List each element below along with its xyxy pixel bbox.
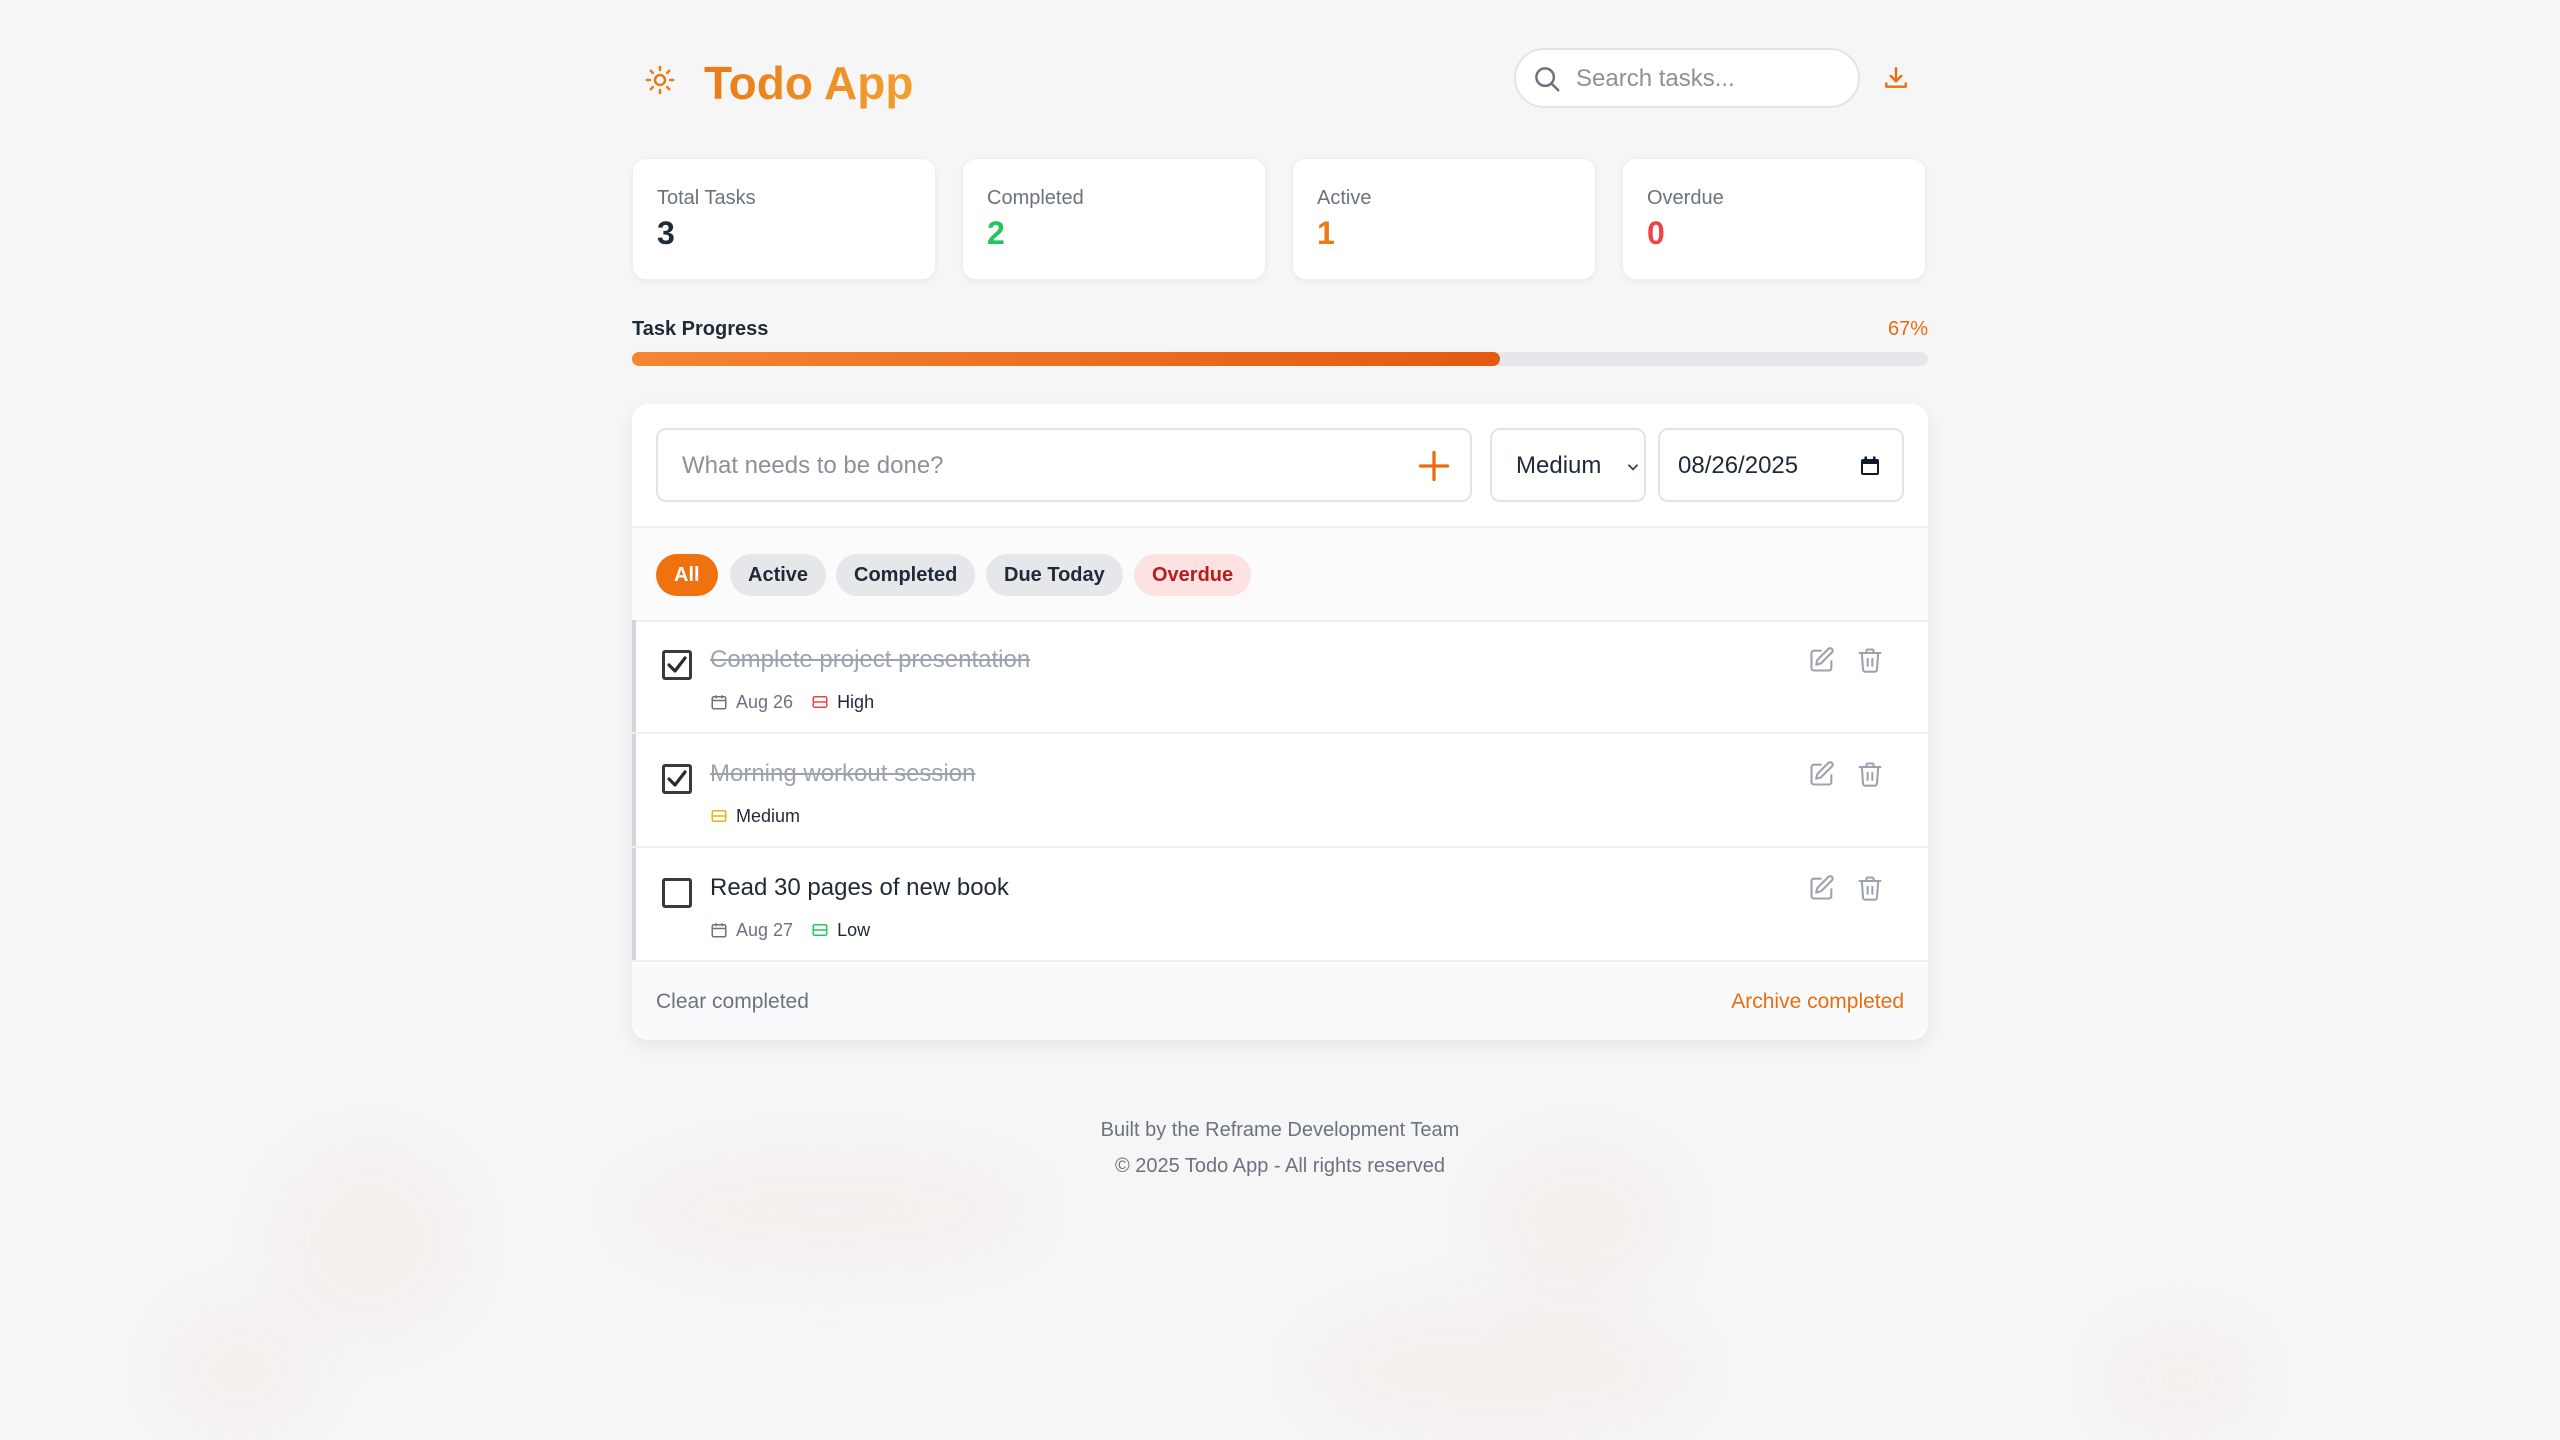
trash-icon[interactable] xyxy=(1856,646,1884,674)
trash-icon[interactable] xyxy=(1856,874,1884,902)
progress-track xyxy=(632,352,1928,366)
trash-icon[interactable] xyxy=(1856,760,1884,788)
priority-select[interactable]: Medium xyxy=(1490,428,1646,502)
new-task-input[interactable] xyxy=(680,442,1384,490)
task-checkbox[interactable] xyxy=(662,650,692,680)
progress-percent: 67% xyxy=(1887,318,1928,340)
background-blob xyxy=(1300,1300,1700,1440)
task-title[interactable]: Complete project presentation xyxy=(710,646,1030,674)
filter-bar: All Active Completed Due Today Overdue xyxy=(632,528,1928,622)
stat-card-active: Active 1 xyxy=(1292,158,1596,280)
progress-label: Task Progress xyxy=(632,318,769,340)
priority-select-value: Medium xyxy=(1516,452,1602,479)
app-header: Todo App xyxy=(632,46,1928,112)
export-button[interactable] xyxy=(1878,60,1914,96)
stat-value: 1 xyxy=(1317,215,1335,251)
background-blob xyxy=(270,1140,470,1340)
search-input[interactable] xyxy=(1574,56,1848,102)
new-task-field[interactable] xyxy=(656,428,1472,502)
chevron-down-icon xyxy=(1628,464,1638,471)
check-icon xyxy=(667,770,687,787)
task-card: Medium 08/26/2025 All Active Completed D… xyxy=(632,404,1928,1040)
download-icon xyxy=(1885,67,1907,88)
edit-icon[interactable] xyxy=(1808,760,1836,788)
footer-copyright: © 2025 Todo App - All rights reserved xyxy=(1114,1155,1446,1177)
task-meta: Aug 26 High xyxy=(710,690,874,714)
priority-flag-icon xyxy=(812,924,828,936)
stat-card-total: Total Tasks 3 xyxy=(632,158,936,280)
due-date-value: 08/26/2025 xyxy=(1678,452,1799,479)
task-checkbox[interactable] xyxy=(662,878,692,908)
archive-completed-button[interactable]: Archive completed xyxy=(1731,990,1904,1014)
app-title: Todo App xyxy=(704,50,913,116)
stat-card-completed: Completed 2 xyxy=(962,158,1266,280)
task-checkbox[interactable] xyxy=(662,764,692,794)
task-row: Complete project presentation Aug 26 Hig… xyxy=(632,620,1928,734)
filter-active[interactable]: Active xyxy=(730,554,827,596)
stat-label: Overdue xyxy=(1647,187,1724,209)
stat-label: Active xyxy=(1317,187,1372,209)
check-icon xyxy=(667,656,687,673)
clear-completed-button[interactable]: Clear completed xyxy=(656,990,809,1014)
stat-value: 3 xyxy=(657,215,675,251)
calendar-icon xyxy=(711,695,727,710)
stat-value: 0 xyxy=(1647,215,1665,251)
search-box[interactable] xyxy=(1514,48,1860,108)
task-priority: Medium xyxy=(736,805,801,826)
due-date-input[interactable]: 08/26/2025 xyxy=(1658,428,1904,502)
edit-icon[interactable] xyxy=(1808,874,1836,902)
priority-flag-icon xyxy=(812,696,828,708)
stats-row: Total Tasks 3 Completed 2 Active 1 Overd… xyxy=(632,158,1928,280)
plus-icon[interactable] xyxy=(1416,448,1452,484)
sun-icon xyxy=(645,65,675,95)
filter-due-today[interactable]: Due Today xyxy=(986,554,1123,596)
edit-icon[interactable] xyxy=(1808,646,1836,674)
stat-label: Total Tasks xyxy=(657,187,756,209)
task-row: Morning workout session Medium xyxy=(632,734,1928,848)
task-date: Aug 27 xyxy=(736,919,794,940)
filter-all[interactable]: All xyxy=(656,554,718,596)
task-footer: Clear completed Archive completed xyxy=(632,964,1928,1040)
stat-value: 2 xyxy=(987,215,1005,251)
task-meta: Medium xyxy=(710,804,800,828)
calendar-icon xyxy=(711,923,727,938)
search-icon xyxy=(1535,67,1560,92)
add-task-row: Medium 08/26/2025 xyxy=(632,404,1928,528)
stat-label: Completed xyxy=(987,187,1084,209)
task-accent xyxy=(632,848,636,960)
task-title[interactable]: Morning workout session xyxy=(710,760,975,788)
task-date: Aug 26 xyxy=(736,691,794,712)
page-footer: Built by the Reframe Development Team © … xyxy=(632,1112,1928,1184)
background-blob xyxy=(2100,1320,2260,1440)
task-accent xyxy=(632,620,636,732)
theme-toggle-button[interactable] xyxy=(640,60,680,100)
calendar-icon[interactable] xyxy=(1858,454,1882,478)
task-row: Read 30 pages of new book Aug 27 Low xyxy=(632,848,1928,962)
task-accent xyxy=(632,734,636,846)
filter-overdue[interactable]: Overdue xyxy=(1134,554,1252,596)
progress-fill xyxy=(632,352,1501,366)
task-priority: Low xyxy=(837,919,871,940)
stat-card-overdue: Overdue 0 xyxy=(1622,158,1926,280)
background-blob xyxy=(160,1300,320,1440)
task-title[interactable]: Read 30 pages of new book xyxy=(710,874,1009,902)
filter-completed[interactable]: Completed xyxy=(836,554,976,596)
task-meta: Aug 27 Low xyxy=(710,918,870,942)
footer-credit: Built by the Reframe Development Team xyxy=(1100,1119,1460,1141)
priority-flag-icon xyxy=(711,810,727,822)
task-priority: High xyxy=(837,691,875,712)
